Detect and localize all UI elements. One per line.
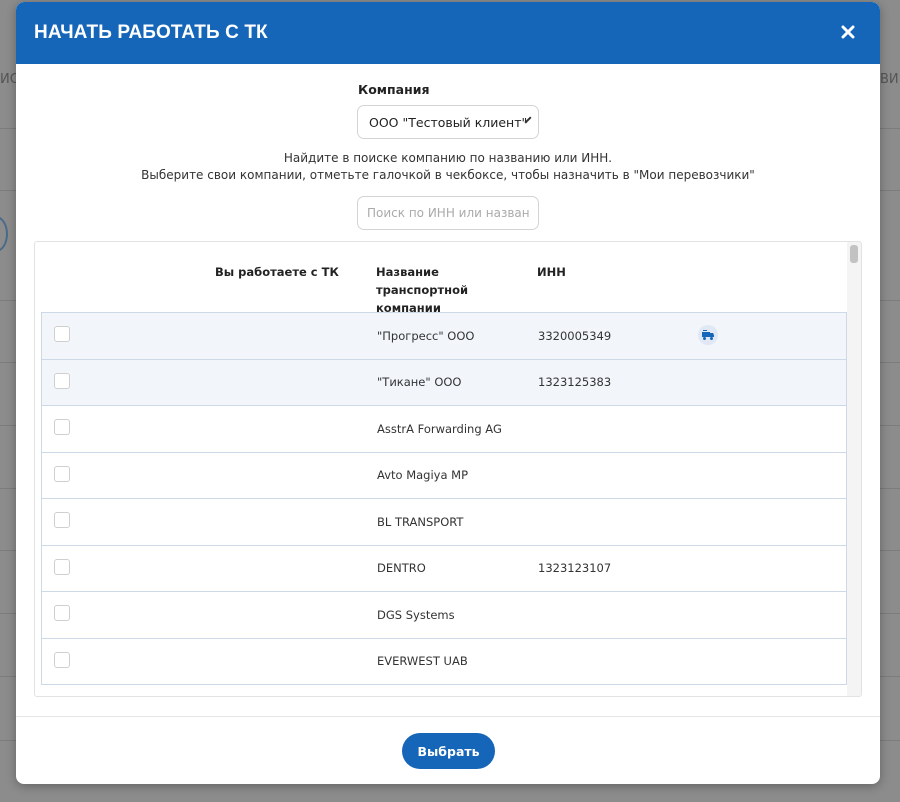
table-row[interactable]: "Прогресс" ООО 3320005349 xyxy=(41,312,847,360)
background-divider xyxy=(880,300,900,301)
cell-company-name: DGS Systems xyxy=(377,607,455,622)
company-select-value: ООО "Тестовый клиент" xyxy=(369,114,528,130)
hint-line-2: Выберите свои компании, отметьте галочко… xyxy=(141,168,755,182)
background-text-right: ВИ xyxy=(880,72,899,87)
company-select[interactable]: ООО "Тестовый клиент" xyxy=(357,105,539,139)
background-divider xyxy=(880,128,900,129)
company-label: Компания xyxy=(358,82,430,97)
background-divider xyxy=(880,550,900,551)
cell-company-name: "Прогресс" ООО xyxy=(377,328,475,343)
background-divider xyxy=(0,300,16,301)
background-divider xyxy=(0,425,16,426)
cell-company-name: BL TRANSPORT xyxy=(377,514,464,529)
truck-transfer-icon-glyph xyxy=(702,330,714,340)
cell-company-name: "Тикане" ООО xyxy=(377,375,462,390)
start-work-modal: НАЧАТЬ РАБОТАТЬ С ТК Компания ООО "Тесто… xyxy=(16,2,880,784)
table-row[interactable]: "Тикане" ООО 1323125383 xyxy=(41,358,847,406)
background-button-circle xyxy=(0,216,8,252)
modal-header: НАЧАТЬ РАБОТАТЬ С ТК xyxy=(16,2,880,64)
row-checkbox[interactable] xyxy=(54,558,70,575)
background-divider xyxy=(0,613,16,614)
background-text-left: ИСС xyxy=(0,72,16,87)
table-row[interactable]: DENTRO 1323123107 xyxy=(41,544,847,592)
background-divider xyxy=(0,550,16,551)
header-company-name: Название транспортной компании xyxy=(376,265,469,315)
background-divider xyxy=(0,128,16,129)
background-divider xyxy=(0,676,16,677)
table-row[interactable]: AsstrA Forwarding AG xyxy=(41,405,847,453)
background-divider xyxy=(880,613,900,614)
table-rows: "Прогресс" ООО 3320005349 "Тикане" ООО 1… xyxy=(41,312,847,685)
cell-company-name: Avto Magiya MP xyxy=(377,468,469,483)
footer-divider xyxy=(16,716,880,717)
background-divider xyxy=(0,362,16,363)
table-header: Вы работаете с ТК Название транспортной … xyxy=(35,242,861,315)
header-works-with: Вы работаете с ТК xyxy=(215,265,339,279)
cell-inn: 1323125383 xyxy=(538,375,612,390)
table-row[interactable]: EVERWEST UAB xyxy=(41,637,847,685)
background-divider xyxy=(880,362,900,363)
row-checkbox[interactable] xyxy=(54,419,70,435)
modal-title: НАЧАТЬ РАБОТАТЬ С ТК xyxy=(34,22,268,43)
truck-transfer-icon[interactable] xyxy=(698,325,718,345)
cell-company-name: EVERWEST UAB xyxy=(377,654,468,669)
row-checkbox[interactable] xyxy=(54,512,70,528)
header-inn: ИНН xyxy=(537,265,566,279)
row-checkbox[interactable] xyxy=(54,605,70,621)
cell-company-name: AsstrA Forwarding AG xyxy=(377,421,502,436)
table-row[interactable]: Avto Magiya MP xyxy=(41,451,847,499)
background-divider xyxy=(0,740,16,741)
table-row[interactable]: DGS Systems xyxy=(41,591,847,639)
background-divider xyxy=(880,190,900,191)
row-checkbox[interactable] xyxy=(54,326,70,342)
row-checkbox[interactable] xyxy=(54,651,70,668)
row-checkbox[interactable] xyxy=(54,372,70,389)
background-divider xyxy=(880,488,900,489)
background-divider xyxy=(880,425,900,426)
search-input[interactable] xyxy=(357,196,539,230)
background-divider xyxy=(880,676,900,677)
select-button[interactable]: Выбрать xyxy=(402,733,495,769)
close-icon-glyph xyxy=(841,25,855,39)
scrollbar-thumb[interactable] xyxy=(850,245,858,263)
table-row[interactable]: BL TRANSPORT xyxy=(41,498,847,546)
cell-company-name: DENTRO xyxy=(377,561,426,576)
table-scrollbar[interactable] xyxy=(847,242,861,696)
row-checkbox[interactable] xyxy=(54,465,70,482)
close-icon[interactable] xyxy=(838,23,858,43)
hint-line-1: Найдите в поиске компанию по названию ил… xyxy=(283,151,613,165)
carriers-table: Вы работаете с ТК Название транспортной … xyxy=(34,241,862,697)
cell-inn: 3320005349 xyxy=(538,328,612,343)
background-divider xyxy=(0,488,16,489)
background-divider xyxy=(880,740,900,741)
background-divider xyxy=(0,190,16,191)
cell-inn: 1323123107 xyxy=(538,561,612,576)
